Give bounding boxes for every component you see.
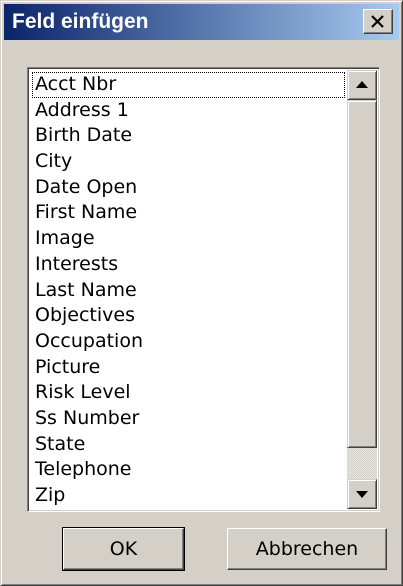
title-bar[interactable]: Feld einfügen [4,4,399,40]
list-item[interactable]: Image [32,226,345,252]
list-item[interactable]: Birth Date [32,123,345,149]
cancel-button[interactable]: Abbrechen [227,528,387,570]
insert-field-dialog: Feld einfügen Acct Nbr Address 1 Birth D… [0,0,403,586]
arrow-down-icon [356,491,368,498]
arrow-up-icon [356,81,368,88]
vertical-scrollbar[interactable] [347,70,377,509]
field-list-items: Acct Nbr Address 1 Birth Date City Date … [32,72,345,509]
scroll-thumb[interactable] [347,100,377,448]
list-item[interactable]: Acct Nbr [32,72,345,98]
list-item[interactable]: Zip [32,483,345,509]
list-item[interactable]: Risk Level [32,380,345,406]
list-item[interactable]: State [32,432,345,458]
ok-button[interactable]: OK [62,527,185,571]
list-item[interactable]: Last Name [32,278,345,304]
scroll-down-button[interactable] [347,479,377,509]
list-item[interactable]: City [32,149,345,175]
list-item[interactable]: Occupation [32,329,345,355]
list-item[interactable]: Picture [32,355,345,381]
list-item[interactable]: Date Open [32,175,345,201]
list-item[interactable]: Telephone [32,457,345,483]
scroll-up-button[interactable] [347,70,377,100]
dialog-title: Feld einfügen [12,10,149,33]
close-icon [371,15,384,28]
list-item[interactable]: First Name [32,200,345,226]
close-button[interactable] [363,9,393,34]
list-item[interactable]: Address 1 [32,98,345,124]
list-item[interactable]: Ss Number [32,406,345,432]
list-item[interactable]: Objectives [32,303,345,329]
list-item[interactable]: Interests [32,252,345,278]
field-list[interactable]: Acct Nbr Address 1 Birth Date City Date … [27,67,380,512]
